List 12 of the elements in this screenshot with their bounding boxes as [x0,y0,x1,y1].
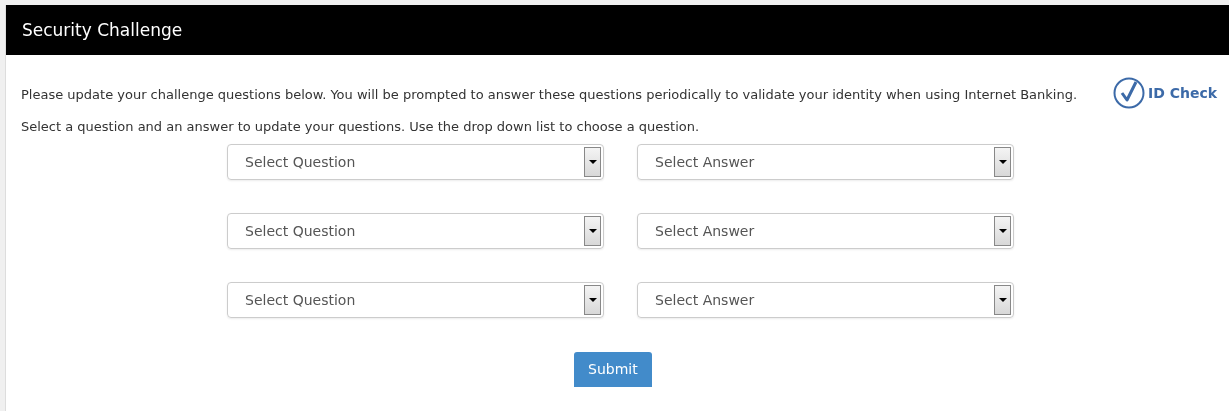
question-dropdown[interactable]: Select Question [227,144,604,180]
instruction-text: Select a question and an answer to update your questions. Use the drop down list to choose a question. [21,119,701,134]
panel-title: Security Challenge [22,20,183,40]
submit-button[interactable]: Submit [574,352,652,387]
question-dropdown[interactable]: Select Question [227,282,604,318]
answer-dropdown[interactable]: Select Answer [637,144,1014,180]
checkmark-circle-icon [1113,77,1145,109]
answer-dropdown[interactable]: Select Answer [637,213,1014,249]
question-dropdown[interactable]: Select Question [227,213,604,249]
id-check-label: ID Check [1148,85,1218,101]
answer-dropdown[interactable]: Select Answer [637,282,1014,318]
intro-text: Please update your challenge questions below. You will be prompted to answer these questions periodically to validate your identity when using Internet Banking. [21,86,1079,104]
